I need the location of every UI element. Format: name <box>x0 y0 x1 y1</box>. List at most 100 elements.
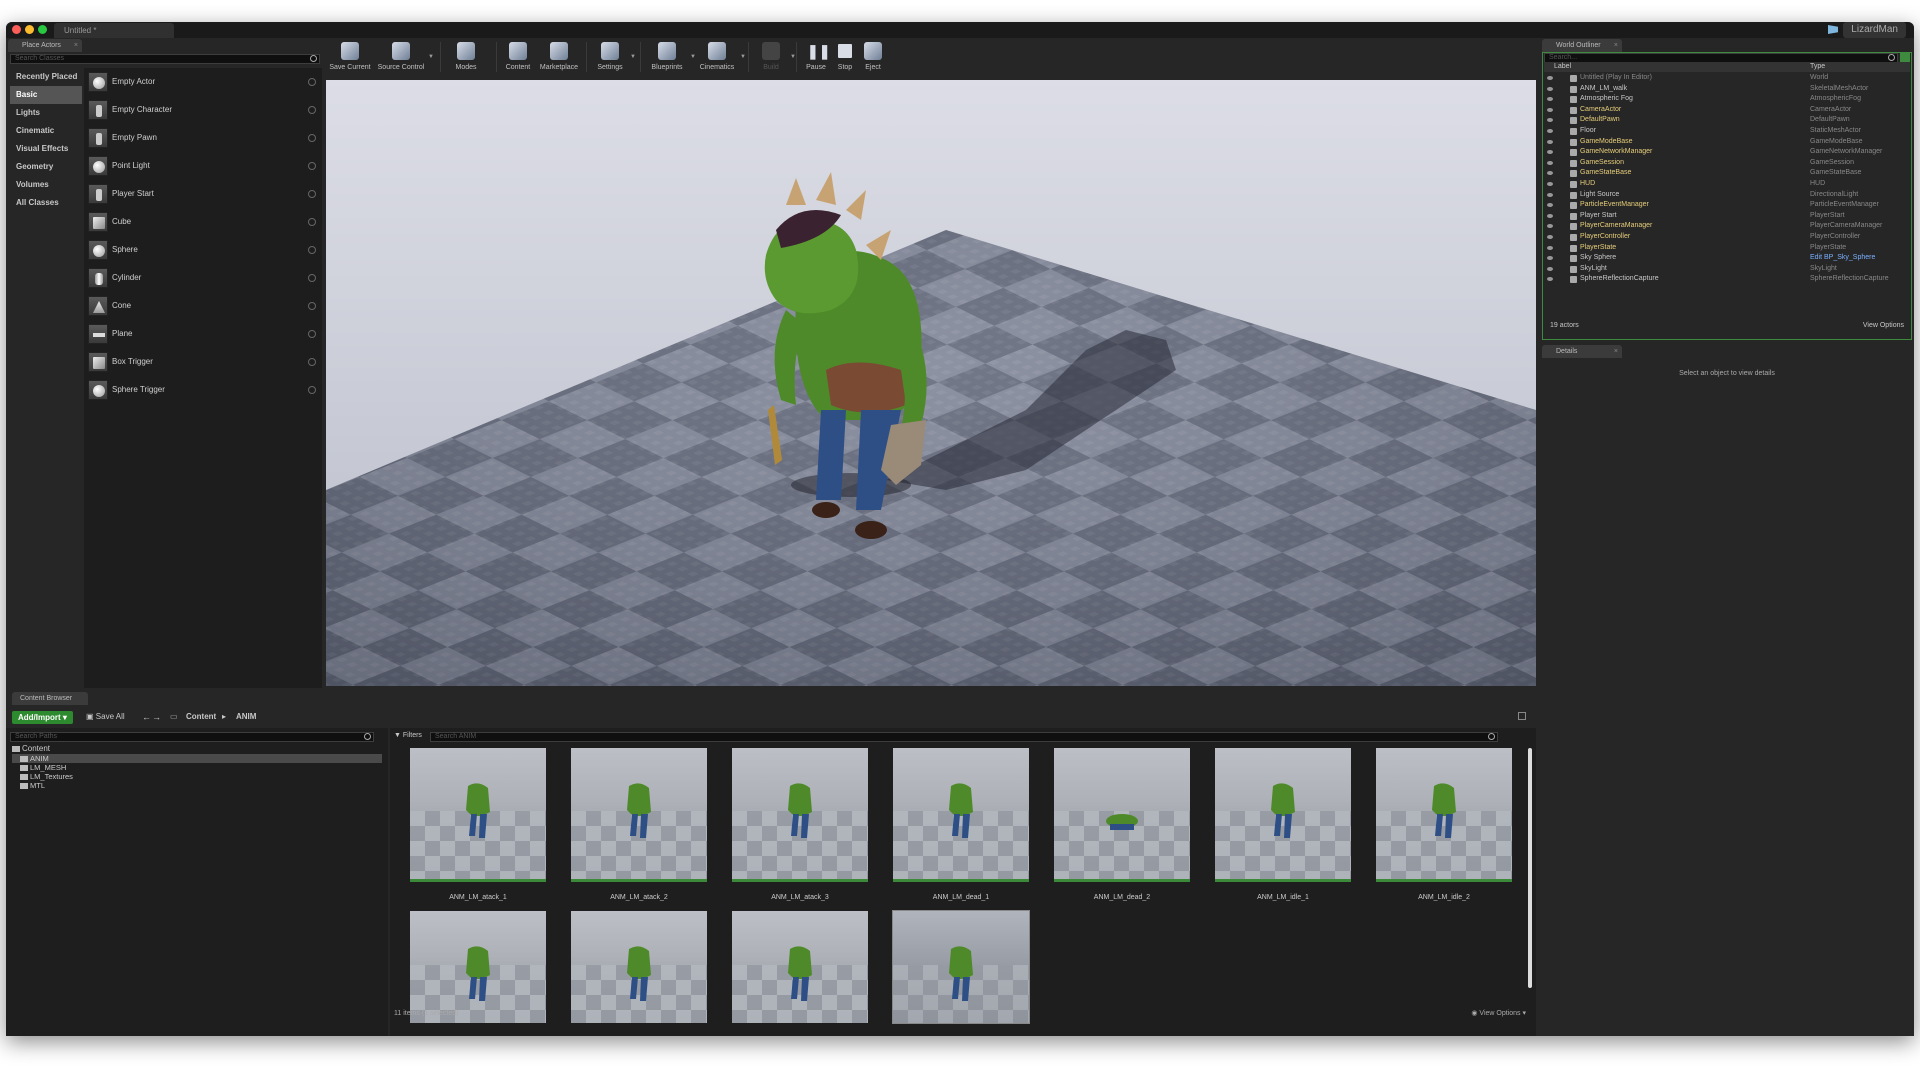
forward-arrow-icon[interactable]: → <box>152 708 161 726</box>
asset-tile[interactable] <box>410 911 546 1023</box>
eye-icon[interactable] <box>1547 277 1553 282</box>
chevron-down-icon[interactable]: ▼ <box>630 54 636 60</box>
back-arrow-icon[interactable]: ← <box>142 708 151 726</box>
actor-cube[interactable]: Cube <box>84 208 322 236</box>
eye-icon[interactable] <box>1547 97 1553 102</box>
info-icon[interactable] <box>308 358 316 366</box>
actor-plane[interactable]: Plane <box>84 320 322 348</box>
outliner-row[interactable]: GameSession GameSession <box>1544 158 1910 169</box>
close-window-button[interactable] <box>12 25 21 34</box>
category-geometry[interactable]: Geometry <box>10 158 82 176</box>
close-icon[interactable]: × <box>1614 39 1618 52</box>
breadcrumb-content[interactable]: Content <box>186 708 216 726</box>
eye-icon[interactable] <box>1547 129 1553 133</box>
info-icon[interactable] <box>308 386 316 394</box>
chevron-down-icon[interactable]: ▼ <box>428 54 434 60</box>
eye-icon[interactable] <box>1547 160 1553 165</box>
info-icon[interactable] <box>308 302 316 310</box>
tab-world-outliner[interactable]: World Outliner × <box>1542 39 1622 52</box>
outliner-row[interactable]: Player Start PlayerStart <box>1544 211 1910 222</box>
eye-icon[interactable] <box>1547 107 1553 112</box>
category-visual-effects[interactable]: Visual Effects <box>10 140 82 158</box>
column-type[interactable]: Type <box>1810 62 1825 72</box>
tab-content-browser[interactable]: Content Browser <box>12 692 88 705</box>
outliner-row[interactable]: DefaultPawn DefaultPawn <box>1544 115 1910 126</box>
asset-tile[interactable]: ANM_LM_atack_3 <box>732 748 868 901</box>
category-recently-placed[interactable]: Recently Placed <box>10 68 82 86</box>
asset-tile[interactable]: ANM_LM_idle_1 <box>1215 748 1351 901</box>
close-icon[interactable]: × <box>1614 345 1618 358</box>
tree-item-anim[interactable]: ANIM <box>12 754 382 763</box>
feedback-icon[interactable] <box>1828 25 1838 34</box>
category-cinematic[interactable]: Cinematic <box>10 122 82 140</box>
asset-tile[interactable] <box>571 911 707 1023</box>
settings-button[interactable]: Settings ▼ <box>592 40 636 78</box>
pause-button[interactable]: ❚❚ Pause <box>802 40 830 78</box>
save-all-button[interactable]: ▣ Save All <box>86 708 125 726</box>
actor-empty-character[interactable]: Empty Character <box>84 96 322 124</box>
category-basic[interactable]: Basic <box>10 86 82 104</box>
actor-empty-actor[interactable]: Empty Actor <box>84 68 322 96</box>
outliner-row[interactable]: ANM_LM_walk SkeletalMeshActor <box>1544 84 1910 95</box>
view-options-button[interactable]: View Options <box>1863 320 1904 332</box>
outliner-row[interactable]: Sky Sphere Edit BP_Sky_Sphere <box>1544 253 1910 264</box>
outliner-row[interactable]: GameStateBase GameStateBase <box>1544 168 1910 179</box>
eye-icon[interactable] <box>1547 266 1553 271</box>
close-icon[interactable]: × <box>74 39 78 52</box>
modes-button[interactable]: Modes <box>446 40 486 78</box>
eye-icon[interactable] <box>1547 192 1553 197</box>
info-icon[interactable] <box>308 218 316 226</box>
eye-icon[interactable] <box>1547 139 1553 144</box>
tree-item-lm-textures[interactable]: LM_Textures <box>20 772 73 781</box>
outliner-row[interactable]: PlayerState PlayerState <box>1544 243 1910 254</box>
asset-tile[interactable]: ANM_LM_atack_1 <box>410 748 546 901</box>
eject-button[interactable]: Eject <box>860 40 886 78</box>
outliner-row[interactable]: Atmospheric Fog AtmosphericFog <box>1544 94 1910 105</box>
search-classes-input[interactable]: Search Classes <box>10 54 320 64</box>
stop-button[interactable]: Stop <box>832 40 858 78</box>
actor-sphere-trigger[interactable]: Sphere Trigger <box>84 376 322 404</box>
eye-icon[interactable] <box>1547 182 1553 186</box>
blueprints-button[interactable]: Blueprints ▼ <box>646 40 696 78</box>
actor-sphere[interactable]: Sphere <box>84 236 322 264</box>
eye-icon[interactable] <box>1547 245 1553 250</box>
outliner-row[interactable]: PlayerController PlayerController <box>1544 232 1910 243</box>
outliner-row[interactable]: GameNetworkManager GameNetworkManager <box>1544 147 1910 158</box>
eye-icon[interactable] <box>1547 76 1553 80</box>
eye-icon[interactable] <box>1547 150 1553 155</box>
maximize-window-button[interactable] <box>38 25 47 34</box>
view-options-button[interactable]: ◉ View Options ▾ <box>1471 1008 1526 1020</box>
minimize-window-button[interactable] <box>25 25 34 34</box>
eye-icon[interactable] <box>1547 213 1553 218</box>
info-icon[interactable] <box>308 190 316 198</box>
eye-icon[interactable] <box>1547 256 1553 261</box>
eye-icon[interactable] <box>1547 118 1553 123</box>
chevron-down-icon[interactable]: ▼ <box>740 54 746 60</box>
outliner-row[interactable]: Light Source DirectionalLight <box>1544 190 1910 201</box>
marketplace-button[interactable]: Marketplace <box>538 40 580 78</box>
asset-scrollbar[interactable] <box>1528 748 1532 988</box>
asset-tile[interactable]: ANM_LM_dead_1 <box>893 748 1029 901</box>
actor-player-start[interactable]: Player Start <box>84 180 322 208</box>
search-anim-input[interactable]: Search ANIM <box>430 732 1498 742</box>
asset-tile[interactable]: ANM_LM_atack_2 <box>571 748 707 901</box>
asset-tile[interactable]: ANM_LM_idle_2 <box>1376 748 1512 901</box>
filters-button[interactable]: ▼ Filters <box>394 732 422 739</box>
eye-icon[interactable] <box>1547 235 1553 239</box>
actor-cone[interactable]: Cone <box>84 292 322 320</box>
search-paths-input[interactable]: Search Paths <box>10 732 374 742</box>
outliner-row[interactable]: GameModeBase GameModeBase <box>1544 137 1910 148</box>
category-lights[interactable]: Lights <box>10 104 82 122</box>
actor-point-light[interactable]: Point Light <box>84 152 322 180</box>
lock-icon[interactable] <box>1518 712 1526 720</box>
info-icon[interactable] <box>308 134 316 142</box>
level-viewport[interactable] <box>326 80 1536 686</box>
content-button[interactable]: Content <box>500 40 536 78</box>
outliner-row[interactable]: ParticleEventManager ParticleEventManager <box>1544 200 1910 211</box>
info-icon[interactable] <box>308 78 316 86</box>
actor-empty-pawn[interactable]: Empty Pawn <box>84 124 322 152</box>
tree-item-mtl[interactable]: MTL <box>20 781 45 790</box>
info-icon[interactable] <box>308 162 316 170</box>
build-button[interactable]: Build ▼ <box>754 40 796 78</box>
eye-icon[interactable] <box>1547 86 1553 91</box>
